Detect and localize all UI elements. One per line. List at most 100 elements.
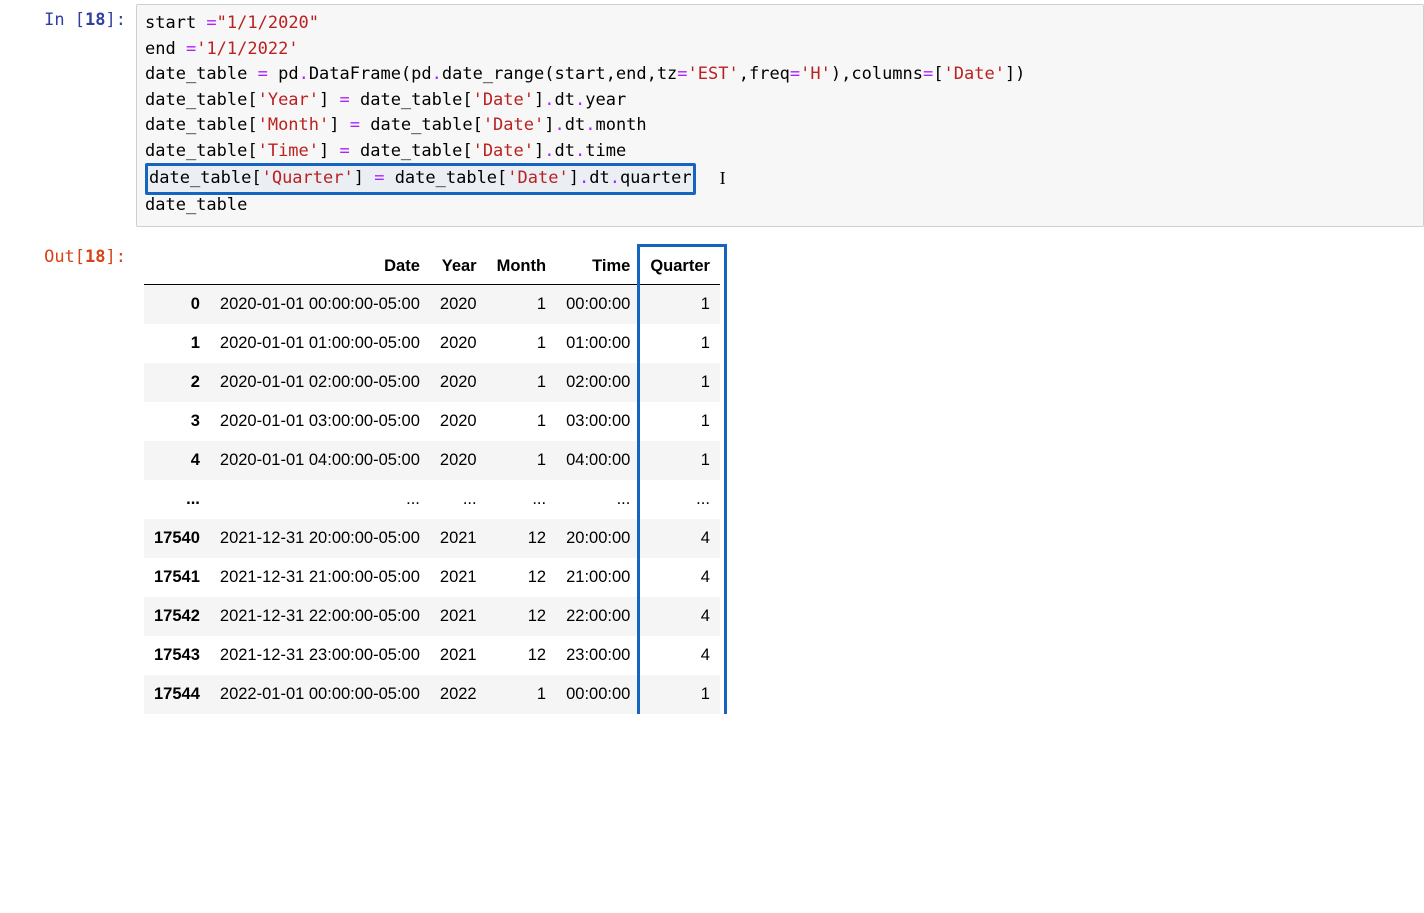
cell-year: ...	[430, 480, 487, 519]
cell-quarter: 1	[640, 324, 720, 363]
cell-time: 03:00:00	[556, 402, 640, 441]
cell-date: ...	[210, 480, 430, 519]
header-index	[144, 247, 210, 285]
cell-quarter: 1	[640, 402, 720, 441]
cell-date: 2021-12-31 21:00:00-05:00	[210, 558, 430, 597]
table-row: 02020-01-01 00:00:00-05:002020100:00:001	[144, 285, 720, 325]
highlighted-code-line: date_table['Quarter'] = date_table['Date…	[145, 163, 696, 195]
cell-month: 1	[487, 402, 556, 441]
cell-year: 2021	[430, 597, 487, 636]
cell-time: 02:00:00	[556, 363, 640, 402]
cell-quarter: 4	[640, 558, 720, 597]
code-line-2: end ='1/1/2022'	[145, 37, 1415, 63]
cell-quarter: 1	[640, 363, 720, 402]
code-line-7: date_table['Quarter'] = date_table['Date…	[145, 164, 1415, 193]
cell-date: 2021-12-31 23:00:00-05:00	[210, 636, 430, 675]
cell-year: 2020	[430, 363, 487, 402]
row-index: 17544	[144, 675, 210, 714]
cell-date: 2021-12-31 22:00:00-05:00	[210, 597, 430, 636]
code-editor[interactable]: start ="1/1/2020"end ='1/1/2022'date_tab…	[136, 4, 1424, 227]
cell-time: 21:00:00	[556, 558, 640, 597]
table-row: 42020-01-01 04:00:00-05:002020104:00:001	[144, 441, 720, 480]
cell-month: 12	[487, 519, 556, 558]
cell-date: 2020-01-01 00:00:00-05:00	[210, 285, 430, 325]
cell-time: 20:00:00	[556, 519, 640, 558]
cell-date: 2020-01-01 03:00:00-05:00	[210, 402, 430, 441]
code-line-3: date_table = pd.DataFrame(pd.date_range(…	[145, 62, 1415, 88]
cell-quarter: 4	[640, 519, 720, 558]
in-label-post: ]:	[106, 10, 126, 30]
cell-time: 01:00:00	[556, 324, 640, 363]
table-row: 175402021-12-31 20:00:00-05:0020211220:0…	[144, 519, 720, 558]
cell-time: 22:00:00	[556, 597, 640, 636]
code-line-1: start ="1/1/2020"	[145, 11, 1415, 37]
code-line-4: date_table['Year'] = date_table['Date'].…	[145, 88, 1415, 114]
output-area: Date Year Month Time Quarter 02020-01-01…	[136, 241, 1424, 719]
cell-date: 2020-01-01 02:00:00-05:00	[210, 363, 430, 402]
cell-date: 2021-12-31 20:00:00-05:00	[210, 519, 430, 558]
cell-month: 1	[487, 675, 556, 714]
cell-year: 2022	[430, 675, 487, 714]
cell-month: 12	[487, 597, 556, 636]
row-index: 17540	[144, 519, 210, 558]
cell-time: 00:00:00	[556, 285, 640, 325]
row-index: 4	[144, 441, 210, 480]
row-index: ...	[144, 480, 210, 519]
header-row: Date Year Month Time Quarter	[144, 247, 720, 285]
cell-month: 1	[487, 441, 556, 480]
cell-time: ...	[556, 480, 640, 519]
out-exec-count: 18	[85, 247, 105, 267]
cell-date: 2020-01-01 04:00:00-05:00	[210, 441, 430, 480]
table-row: ..................	[144, 480, 720, 519]
cell-quarter: ...	[640, 480, 720, 519]
row-index: 17543	[144, 636, 210, 675]
cell-year: 2020	[430, 402, 487, 441]
output-prompt: Out[18]:	[0, 241, 136, 719]
text-cursor-icon: I	[720, 165, 726, 192]
in-exec-count: 18	[85, 10, 105, 30]
input-cell: In [18]: start ="1/1/2020"end ='1/1/2022…	[0, 0, 1424, 227]
table-row: 175422021-12-31 22:00:00-05:0020211222:0…	[144, 597, 720, 636]
row-index: 17541	[144, 558, 210, 597]
cell-month: 1	[487, 324, 556, 363]
cell-year: 2020	[430, 441, 487, 480]
dataframe-table: Date Year Month Time Quarter 02020-01-01…	[144, 247, 720, 714]
row-index: 1	[144, 324, 210, 363]
table-row: 175412021-12-31 21:00:00-05:0020211221:0…	[144, 558, 720, 597]
input-prompt: In [18]:	[0, 4, 136, 227]
cell-date: 2022-01-01 00:00:00-05:00	[210, 675, 430, 714]
cell-month: 1	[487, 363, 556, 402]
code-line-6: date_table['Time'] = date_table['Date'].…	[145, 139, 1415, 165]
code-line-5: date_table['Month'] = date_table['Date']…	[145, 113, 1415, 139]
header-year: Year	[430, 247, 487, 285]
row-index: 2	[144, 363, 210, 402]
code-line-8: date_table	[145, 193, 1415, 219]
cell-quarter: 1	[640, 441, 720, 480]
output-cell: Out[18]: Date Year Month Time Quarter 02…	[0, 237, 1424, 719]
cell-year: 2020	[430, 324, 487, 363]
cell-time: 00:00:00	[556, 675, 640, 714]
table-row: 175442022-01-01 00:00:00-05:002022100:00…	[144, 675, 720, 714]
row-index: 0	[144, 285, 210, 325]
cell-year: 2021	[430, 519, 487, 558]
cell-date: 2020-01-01 01:00:00-05:00	[210, 324, 430, 363]
cell-month: 1	[487, 285, 556, 325]
header-time: Time	[556, 247, 640, 285]
cell-quarter: 4	[640, 597, 720, 636]
cell-year: 2020	[430, 285, 487, 325]
cell-month: 12	[487, 558, 556, 597]
row-index: 3	[144, 402, 210, 441]
cell-quarter: 1	[640, 675, 720, 714]
row-index: 17542	[144, 597, 210, 636]
cell-year: 2021	[430, 636, 487, 675]
cell-month: 12	[487, 636, 556, 675]
table-row: 32020-01-01 03:00:00-05:002020103:00:001	[144, 402, 720, 441]
header-date: Date	[210, 247, 430, 285]
out-label-pre: Out[	[44, 247, 85, 267]
table-row: 22020-01-01 02:00:00-05:002020102:00:001	[144, 363, 720, 402]
cell-quarter: 1	[640, 285, 720, 325]
cell-year: 2021	[430, 558, 487, 597]
dataframe-wrap: Date Year Month Time Quarter 02020-01-01…	[144, 247, 720, 714]
in-label-pre: In [	[44, 10, 85, 30]
table-row: 12020-01-01 01:00:00-05:002020101:00:001	[144, 324, 720, 363]
